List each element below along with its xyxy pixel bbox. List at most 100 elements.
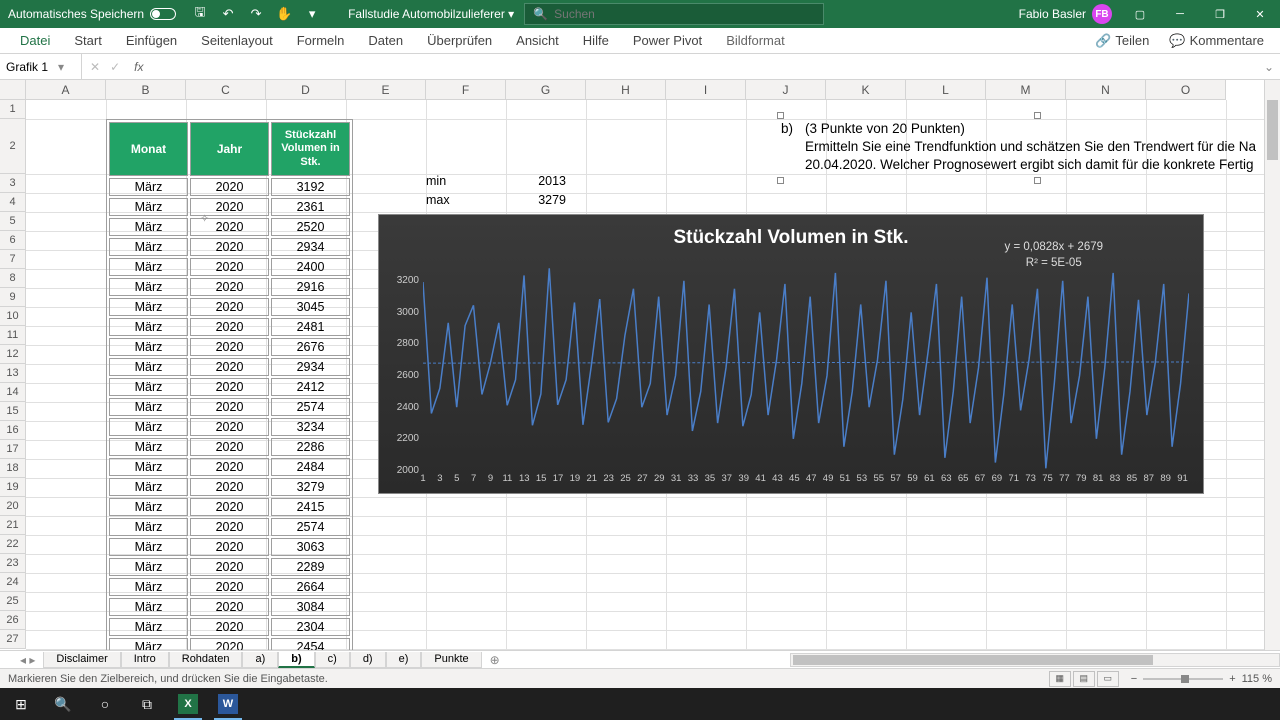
document-title[interactable]: Fallstudie Automobilzulieferer ▾ <box>348 7 514 21</box>
chart-object[interactable]: Stückzahl Volumen in Stk. y = 0,0828x + … <box>378 214 1204 494</box>
name-box[interactable]: ▾ <box>0 54 82 79</box>
table-row[interactable]: März20202574 <box>109 518 350 536</box>
row-header-7[interactable]: 7 <box>0 250 26 269</box>
header-year[interactable]: Jahr <box>190 122 269 176</box>
spreadsheet-grid[interactable]: ABCDEFGHIJKLMNO 123456789101112131415161… <box>0 80 1280 650</box>
column-header-F[interactable]: F <box>426 80 506 100</box>
minimize-icon[interactable]: ─ <box>1160 0 1200 28</box>
sheet-tab-d[interactable]: d) <box>350 652 386 668</box>
column-header-J[interactable]: J <box>746 80 826 100</box>
sheet-tab-disclaimer[interactable]: Disclaimer <box>43 652 120 668</box>
row-header-26[interactable]: 26 <box>0 611 26 630</box>
row-header-22[interactable]: 22 <box>0 535 26 554</box>
ribbon-tab-daten[interactable]: Daten <box>356 29 415 52</box>
table-row[interactable]: März20203279 <box>109 478 350 496</box>
row-header-9[interactable]: 9 <box>0 288 26 307</box>
zoom-value[interactable]: 115 % <box>1242 673 1272 685</box>
sheet-tab-punkte[interactable]: Punkte <box>421 652 481 668</box>
excel-taskbar-icon[interactable]: X <box>168 688 208 720</box>
column-header-M[interactable]: M <box>986 80 1066 100</box>
user-avatar[interactable]: FB <box>1092 4 1112 24</box>
sheet-tab-rohdaten[interactable]: Rohdaten <box>169 652 243 668</box>
cells-area[interactable]: Monat Jahr Stückzahl Volumen in Stk. Mär… <box>26 100 1264 650</box>
table-row[interactable]: März20202520 <box>109 218 350 236</box>
row-header-6[interactable]: 6 <box>0 231 26 250</box>
row-header-12[interactable]: 12 <box>0 345 26 364</box>
column-header-B[interactable]: B <box>106 80 186 100</box>
table-row[interactable]: März20203084 <box>109 598 350 616</box>
normal-view-icon[interactable]: ▦ <box>1049 671 1071 687</box>
page-break-view-icon[interactable]: ▭ <box>1097 671 1119 687</box>
vertical-scrollbar-thumb[interactable] <box>1267 100 1278 160</box>
table-row[interactable]: März20202361 <box>109 198 350 216</box>
table-row[interactable]: März20202304 <box>109 618 350 636</box>
row-header-27[interactable]: 27 <box>0 630 26 649</box>
row-headers[interactable]: 1234567891011121314151617181920212223242… <box>0 100 26 649</box>
row-header-2[interactable]: 2 <box>0 119 26 174</box>
ribbon-tab-seitenlayout[interactable]: Seitenlayout <box>189 29 285 52</box>
row-header-13[interactable]: 13 <box>0 364 26 383</box>
column-header-N[interactable]: N <box>1066 80 1146 100</box>
table-row[interactable]: März20202916 <box>109 278 350 296</box>
table-row[interactable]: März20202454 <box>109 638 350 650</box>
table-row[interactable]: März20202400 <box>109 258 350 276</box>
table-row[interactable]: März20202676 <box>109 338 350 356</box>
touch-mode-icon[interactable]: ✋ <box>276 6 292 22</box>
table-row[interactable]: März20202412 <box>109 378 350 396</box>
column-header-I[interactable]: I <box>666 80 746 100</box>
row-header-21[interactable]: 21 <box>0 516 26 535</box>
select-all-corner[interactable] <box>0 80 26 100</box>
table-row[interactable]: März20203234 <box>109 418 350 436</box>
row-header-25[interactable]: 25 <box>0 592 26 611</box>
row-header-5[interactable]: 5 <box>0 212 26 231</box>
row-header-10[interactable]: 10 <box>0 307 26 326</box>
ribbon-tab-datei[interactable]: Datei <box>8 29 62 52</box>
max-value[interactable]: 3279 <box>506 193 586 212</box>
column-header-C[interactable]: C <box>186 80 266 100</box>
cancel-formula-icon[interactable]: ✕ <box>90 60 100 74</box>
add-sheet-icon[interactable]: ⊕ <box>482 653 508 667</box>
row-header-15[interactable]: 15 <box>0 402 26 421</box>
min-label[interactable]: min <box>426 174 506 193</box>
row-header-19[interactable]: 19 <box>0 478 26 497</box>
row-header-23[interactable]: 23 <box>0 554 26 573</box>
ribbon-display-icon[interactable]: ▢ <box>1120 0 1160 28</box>
ribbon-tab-hilfe[interactable]: Hilfe <box>571 29 621 52</box>
row-header-11[interactable]: 11 <box>0 326 26 345</box>
autosave-toggle[interactable] <box>150 8 176 20</box>
table-row[interactable]: März20203063 <box>109 538 350 556</box>
fx-icon[interactable]: fx <box>134 60 143 74</box>
page-layout-view-icon[interactable]: ▤ <box>1073 671 1095 687</box>
ribbon-tab-überprüfen[interactable]: Überprüfen <box>415 29 504 52</box>
horizontal-scrollbar[interactable] <box>790 653 1280 667</box>
row-header-16[interactable]: 16 <box>0 421 26 440</box>
search-box[interactable]: 🔍 <box>524 3 824 25</box>
enter-formula-icon[interactable]: ✓ <box>110 60 120 74</box>
row-header-20[interactable]: 20 <box>0 497 26 516</box>
task-view-icon[interactable]: ⧉ <box>126 688 168 720</box>
table-row[interactable]: März20202286 <box>109 438 350 456</box>
column-header-K[interactable]: K <box>826 80 906 100</box>
ribbon-tab-ansicht[interactable]: Ansicht <box>504 29 571 52</box>
table-row[interactable]: März20203045 <box>109 298 350 316</box>
row-header-18[interactable]: 18 <box>0 459 26 478</box>
column-header-D[interactable]: D <box>266 80 346 100</box>
row-header-8[interactable]: 8 <box>0 269 26 288</box>
row-header-14[interactable]: 14 <box>0 383 26 402</box>
table-row[interactable]: März20202934 <box>109 358 350 376</box>
name-box-input[interactable] <box>6 60 58 74</box>
table-row[interactable]: März20202664 <box>109 578 350 596</box>
data-table[interactable]: Monat Jahr Stückzahl Volumen in Stk. Mär… <box>106 119 353 650</box>
ribbon-tab-power pivot[interactable]: Power Pivot <box>621 29 714 52</box>
ribbon-tab-start[interactable]: Start <box>62 29 113 52</box>
max-label[interactable]: max <box>426 193 506 212</box>
search-taskbar-icon[interactable]: 🔍 <box>42 688 84 720</box>
ribbon-tab-bildformat[interactable]: Bildformat <box>714 29 797 52</box>
maximize-icon[interactable]: ❐ <box>1200 0 1240 28</box>
formula-input[interactable] <box>151 60 1257 74</box>
task-textbox[interactable]: b) (3 Punkte von 20 Punkten) Ermitteln S… <box>781 116 1280 180</box>
table-row[interactable]: März20202934 <box>109 238 350 256</box>
ribbon-tab-einfügen[interactable]: Einfügen <box>114 29 189 52</box>
row-header-1[interactable]: 1 <box>0 100 26 119</box>
expand-formula-icon[interactable]: ⌄ <box>1258 60 1280 74</box>
